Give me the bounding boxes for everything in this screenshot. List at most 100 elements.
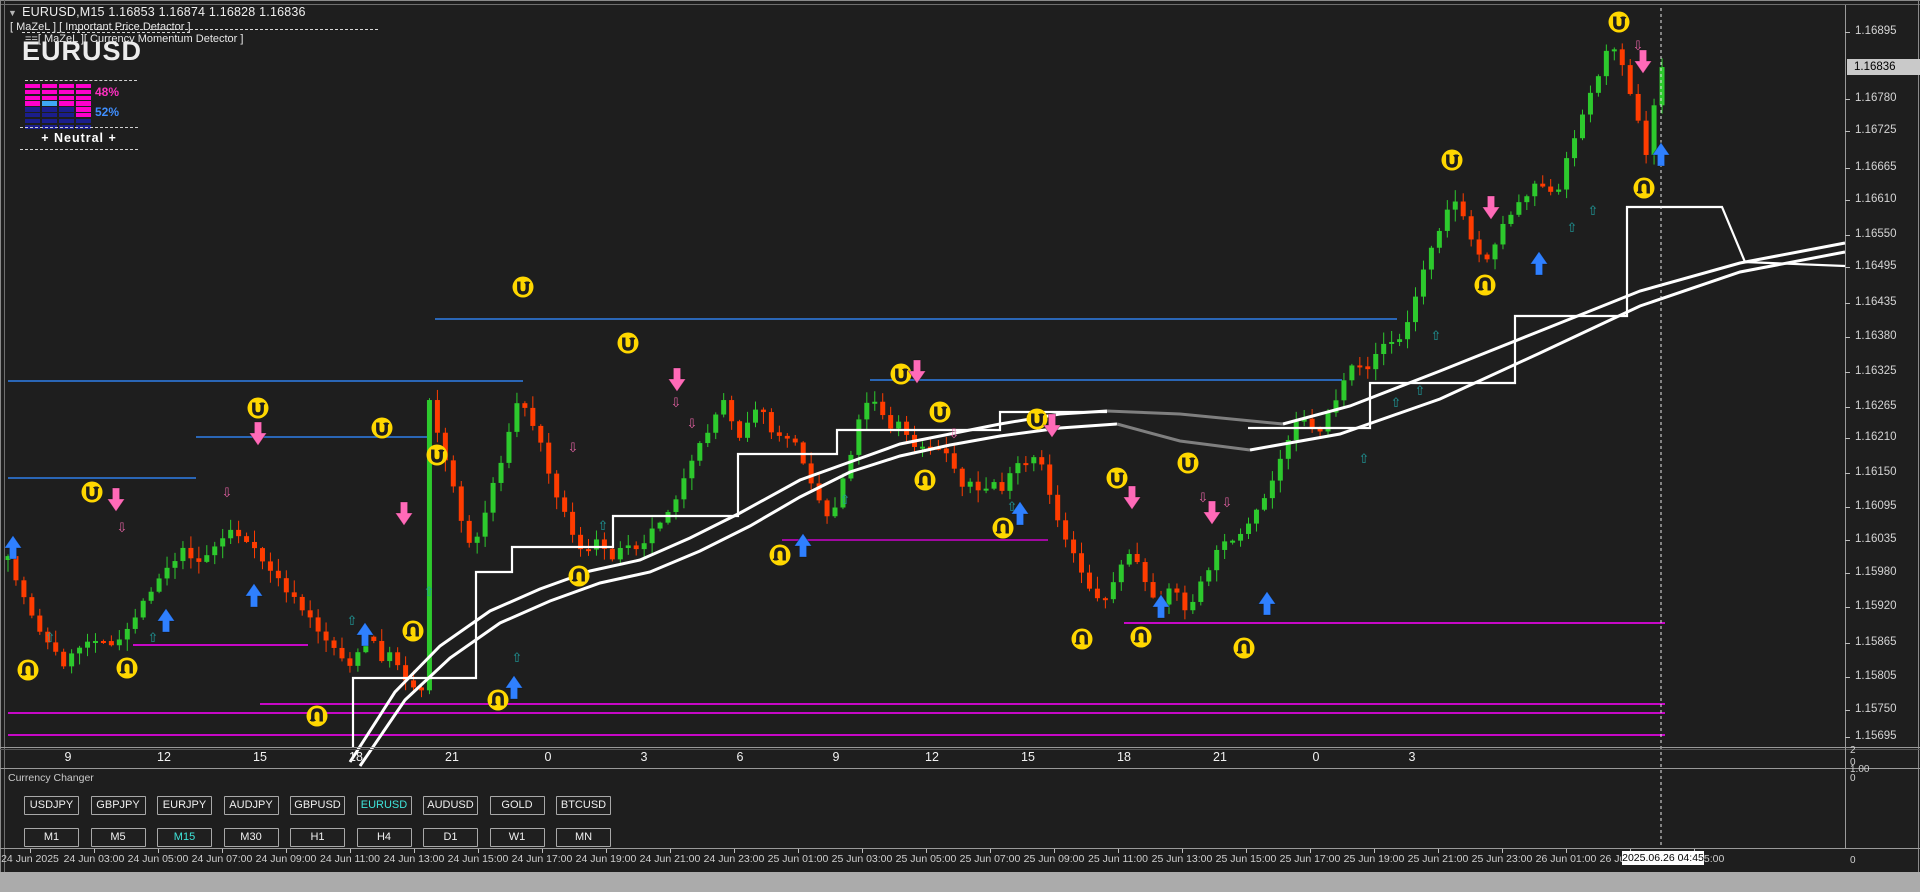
timeframe-button-mn[interactable]: MN [556, 828, 611, 847]
symbol-button-eurusd[interactable]: EURUSD [356, 796, 412, 815]
neutral-state-button[interactable]: + Neutral + [20, 131, 138, 145]
symbol-button-audusd[interactable]: AUDUSD [423, 796, 478, 815]
chart-surface[interactable] [5, 5, 1845, 747]
subwindow-separator-3[interactable] [0, 848, 1920, 849]
uturn-up-disc-icon [1071, 628, 1093, 650]
price-tick-mark [1845, 643, 1850, 644]
hour-label: 12 [157, 750, 171, 764]
momentum-symbol-label: EURUSD [22, 36, 143, 66]
timeframe-button-d1[interactable]: D1 [423, 828, 478, 847]
current-price-badge: 1.16836 [1847, 59, 1920, 75]
momentum-cell-0-0 [25, 84, 41, 89]
price-tick-label: 1.16325 [1855, 365, 1897, 377]
uturn-up-disc-icon [992, 517, 1014, 539]
timeframe-button-m1[interactable]: M1 [24, 828, 79, 847]
uturn-up-disc-icon [402, 620, 424, 642]
price-tick-mark [1845, 507, 1850, 508]
subwindow-scale-label: 0 [1850, 773, 1856, 784]
uturn-down-disc-icon [247, 397, 269, 419]
momentum-cell-5-0 [25, 113, 41, 118]
hour-label: 3 [1408, 750, 1416, 764]
timeframe-button-m30[interactable]: M30 [223, 828, 279, 847]
symbol-button-eurjpy[interactable]: EURJPY [157, 796, 212, 815]
momentum-strength-grid [25, 84, 91, 129]
uturn-up-disc-icon [1474, 274, 1496, 296]
minor-arrow-down-icon: ⇩ [949, 427, 960, 442]
chart-title-text: EURUSD,M15 1.16853 1.16874 1.16828 1.168… [22, 5, 306, 19]
momentum-cell-3-0 [25, 101, 41, 106]
chart-canvas[interactable]: ⇩ ⇩ ⇩ ⇩ ⇩ ⇩ ⇩ ⇩ ⇩ ⇧ ⇧ ⇧ ⇧ ⇧ ⇧ ⇧ ⇧ ⇧ ⇧ ⇧ ⇧ ⇧ ⇧ [0, 0, 1920, 892]
neutral-dash-top [20, 127, 138, 128]
symbol-button-usdjpy[interactable]: USDJPY [24, 796, 79, 815]
window-border-left-inner [4, 0, 5, 872]
symbol-button-audjpy[interactable]: AUDJPY [223, 796, 279, 815]
uturn-up-disc-icon [568, 565, 590, 587]
momentum-cell-2-0 [25, 95, 41, 100]
bear-percent-label: 48% [95, 85, 120, 99]
symbol-button-btcusd[interactable]: BTCUSD [556, 796, 611, 815]
price-tick-mark [1845, 131, 1850, 132]
symbol-button-gbpusd[interactable]: GBPUSD [290, 796, 345, 815]
timeframe-button-h1[interactable]: H1 [290, 828, 345, 847]
subwindow-separator-2[interactable] [0, 768, 1920, 769]
hour-label: 18 [349, 750, 363, 764]
minor-arrow-down-icon: ⇩ [1222, 496, 1233, 511]
timeframe-button-m15[interactable]: M15 [157, 828, 212, 847]
price-tick-label: 1.16725 [1855, 124, 1897, 136]
price-tick-label: 1.15805 [1855, 670, 1897, 682]
price-tick-label: 1.16150 [1855, 466, 1897, 478]
momentum-cell-4-0 [25, 107, 41, 112]
price-tick-label: 1.15695 [1855, 730, 1897, 742]
momentum-cell-1-3 [75, 89, 91, 95]
price-tick-label: 1.16095 [1855, 500, 1897, 512]
subwindow-separator-1[interactable] [0, 747, 1920, 748]
momentum-cell-3-3 [75, 101, 91, 106]
price-tick-mark [1845, 710, 1850, 711]
minor-arrow-up-icon: ⇧ [1391, 396, 1402, 411]
price-tick-mark [1845, 677, 1850, 678]
hour-label: 21 [1213, 750, 1227, 764]
price-tick-mark [1845, 168, 1850, 169]
momentum-cell-2-2 [58, 95, 75, 100]
minor-arrow-up-icon: ⇧ [148, 631, 159, 646]
uturn-up-disc-icon [487, 689, 509, 711]
momentum-cell-4-2 [58, 107, 75, 112]
price-tick-label: 1.16550 [1855, 228, 1897, 240]
symbol-button-gold[interactable]: GOLD [489, 796, 545, 815]
momentum-cell-2-3 [75, 95, 91, 100]
symbol-button-gbpjpy[interactable]: GBPJPY [90, 796, 146, 815]
price-tick-mark [1845, 200, 1850, 201]
timeframe-button-w1[interactable]: W1 [489, 828, 545, 847]
price-tick-mark [1845, 235, 1850, 236]
momentum-cell-5-2 [58, 113, 75, 118]
price-tick-mark [1845, 337, 1850, 338]
momentum-cell-4-3 [75, 107, 91, 112]
timeframe-button-h4[interactable]: H4 [356, 828, 412, 847]
uturn-down-disc-icon [371, 417, 393, 439]
price-tick-mark [1845, 407, 1850, 408]
subwindow-separator-1b [0, 749, 1920, 750]
hour-label: 12 [925, 750, 939, 764]
price-tick-label: 1.16495 [1855, 260, 1897, 272]
momentum-cell-0-3 [75, 84, 91, 89]
hour-label: 6 [736, 750, 744, 764]
timeframe-button-m5[interactable]: M5 [90, 828, 146, 847]
momentum-cell-6-2 [58, 118, 75, 124]
minor-arrow-down-icon: ⇩ [1198, 491, 1209, 506]
minor-arrow-up-icon: ⇧ [1415, 384, 1426, 399]
momentum-cell-4-1 [41, 107, 58, 112]
bull-percent-label: 52% [95, 105, 120, 119]
price-tick-label: 1.16610 [1855, 193, 1897, 205]
minor-arrow-down-icon: ⇩ [687, 417, 698, 432]
symbol-dropdown-icon[interactable]: ▼ [8, 8, 17, 18]
hour-label: 0 [1312, 750, 1320, 764]
window-border-top [0, 0, 1920, 1]
price-tick-label: 1.16035 [1855, 533, 1897, 545]
uturn-down-disc-icon [512, 276, 534, 298]
price-tick-label: 1.16895 [1855, 25, 1897, 37]
minor-arrow-down-icon: ⇩ [671, 396, 682, 411]
chart-title: ▼ EURUSD,M15 1.16853 1.16874 1.16828 1.16… [8, 5, 306, 19]
price-tick-mark [1845, 99, 1850, 100]
minor-arrow-down-icon: ⇩ [117, 521, 128, 536]
minor-arrow-up-icon: ⇧ [840, 493, 851, 508]
